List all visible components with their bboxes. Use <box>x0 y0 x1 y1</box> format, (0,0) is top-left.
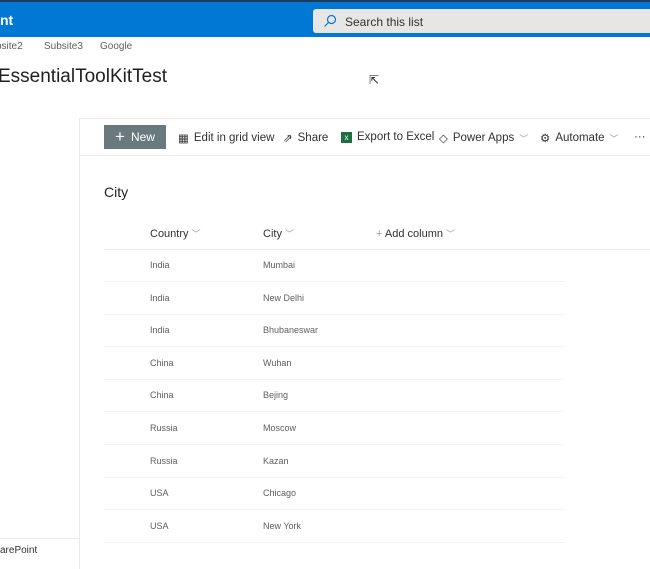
cell-city: Mumbai <box>263 260 296 270</box>
chevron-down-icon: ﹀ <box>609 133 619 144</box>
list-title: City <box>104 184 129 200</box>
column-header-country[interactable]: Country ﹀ <box>150 227 201 240</box>
search-box[interactable]: Search this list <box>313 9 650 33</box>
add-column-button[interactable]: + Add column ﹀ <box>376 227 455 240</box>
mouse-cursor-icon: ⇱ <box>369 73 380 87</box>
plus-icon: + <box>376 228 383 240</box>
cell-country: Russia <box>150 423 178 433</box>
edit-grid-view-button[interactable]: ▦ Edit in grid view <box>178 131 274 145</box>
power-apps-button[interactable]: ◇ Power Apps ﹀ <box>439 131 528 145</box>
nav-link-subsite3[interactable]: Subsite3 <box>44 41 83 52</box>
table-row[interactable]: China Bejing <box>104 379 564 413</box>
more-button[interactable]: ··· <box>634 131 646 143</box>
column-header-city[interactable]: City ﹀ <box>263 227 294 240</box>
cell-city: Bhubaneswar <box>263 325 319 336</box>
cell-country: India <box>150 325 170 336</box>
cell-city: New Delhi <box>263 292 305 303</box>
chevron-down-icon: ﹀ <box>191 229 201 239</box>
automate-button[interactable]: ⚙ Automate ﹀ <box>540 131 619 145</box>
export-excel-button[interactable]: x Export to Excel <box>341 131 434 143</box>
nav-link-subsite2[interactable]: bsite2 <box>0 41 23 52</box>
excel-icon: x <box>341 131 352 143</box>
suite-bar: nt Search this list <box>0 0 650 37</box>
cell-country: India <box>150 260 170 270</box>
search-icon <box>324 14 337 27</box>
cell-city: Bejing <box>263 390 289 401</box>
cell-city: Chicago <box>263 488 297 499</box>
table-row[interactable]: Russia Moscow <box>104 412 564 445</box>
grid-icon: ▦ <box>178 133 189 145</box>
left-footer-link[interactable]: arePoint <box>0 538 79 556</box>
search-placeholder: Search this list <box>345 15 424 29</box>
cell-city: Wuhan <box>263 357 292 368</box>
new-button[interactable]: + New <box>104 125 166 149</box>
table-row[interactable]: Russia Kazan <box>104 445 564 478</box>
cell-city: New York <box>263 520 302 531</box>
table-row[interactable]: India Bhubaneswar <box>104 314 564 348</box>
cell-country: USA <box>150 520 169 531</box>
table-row[interactable]: USA New York <box>104 510 564 543</box>
automate-icon: ⚙ <box>540 133 551 145</box>
cell-city: Kazan <box>263 455 289 466</box>
share-button[interactable]: ⇗ Share <box>283 131 328 145</box>
left-navigation <box>0 118 80 569</box>
chevron-down-icon: ﹀ <box>446 229 456 239</box>
cell-country: Russia <box>150 455 178 466</box>
table-row[interactable]: USA Chicago <box>104 477 564 511</box>
app-name[interactable]: nt <box>0 12 13 28</box>
cell-country: China <box>150 357 174 368</box>
nav-link-google[interactable]: Google <box>100 41 132 52</box>
power-apps-icon: ◇ <box>439 133 448 145</box>
chevron-down-icon: ﹀ <box>285 229 295 239</box>
site-title[interactable]: EssentialToolKitTest <box>0 66 167 88</box>
cell-country: India <box>150 292 170 303</box>
cell-country: USA <box>150 488 169 499</box>
cell-city: Moscow <box>263 423 297 433</box>
plus-icon: + <box>115 127 125 146</box>
table-row[interactable]: India Mumbai <box>104 249 564 282</box>
chevron-down-icon: ﹀ <box>519 133 529 144</box>
share-icon: ⇗ <box>283 133 293 145</box>
table-row[interactable]: China Wuhan <box>104 347 564 380</box>
command-bar: + New ▦ Edit in grid view ⇗ Share x Export t… <box>80 118 650 156</box>
table-row[interactable]: India New Delhi <box>104 282 564 315</box>
cell-country: China <box>150 390 174 401</box>
